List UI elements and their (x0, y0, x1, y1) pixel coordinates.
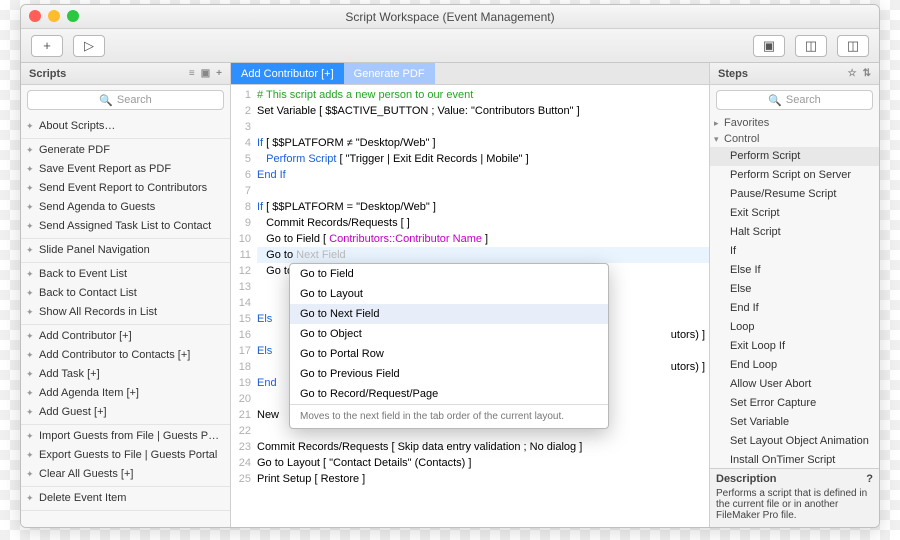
step-item[interactable]: Exit Loop If (710, 337, 879, 356)
toolbar-button-1[interactable]: ▣ (753, 35, 785, 57)
help-icon[interactable]: ? (866, 473, 873, 485)
script-item[interactable]: Import Guests from File | Guests Portal (21, 427, 230, 446)
scripts-pane-title: Scripts (29, 68, 66, 80)
minimize-icon[interactable] (48, 10, 60, 22)
script-item[interactable]: Delete Event Item (21, 489, 230, 508)
window-title: Script Workspace (Event Management) (345, 10, 554, 24)
script-item[interactable]: Add Contributor [+] (21, 327, 230, 346)
plus-icon[interactable]: + (216, 68, 222, 79)
search-placeholder: Search (117, 94, 152, 106)
script-item[interactable]: Clear All Guests [+] (21, 465, 230, 484)
star-icon[interactable]: ☆ (848, 68, 857, 79)
autocomplete-item[interactable]: Go to Object (290, 324, 608, 344)
steps-list: FavoritesControlPerform ScriptPerform Sc… (710, 115, 879, 468)
step-item[interactable]: End Loop (710, 356, 879, 375)
step-item[interactable]: If (710, 242, 879, 261)
step-category[interactable]: Favorites (710, 115, 879, 131)
script-item[interactable]: Add Contributor to Contacts [+] (21, 346, 230, 365)
step-item[interactable]: Exit Script (710, 204, 879, 223)
script-item[interactable]: Show All Records in List (21, 303, 230, 322)
step-item[interactable]: Set Variable (710, 413, 879, 432)
autocomplete-item[interactable]: Go to Layout (290, 284, 608, 304)
autocomplete-item[interactable]: Go to Previous Field (290, 364, 608, 384)
script-item[interactable]: Add Guest [+] (21, 403, 230, 422)
folder-icon[interactable]: ▣ (201, 68, 210, 79)
step-item[interactable]: Else If (710, 261, 879, 280)
list-icon[interactable]: ≡ (189, 68, 195, 79)
body: Scripts ≡ ▣ + 🔍 Search About Scripts… Gener… (21, 63, 879, 527)
scripts-search-input[interactable]: 🔍 Search (27, 90, 224, 110)
step-item[interactable]: Set Error Capture (710, 394, 879, 413)
autocomplete-item[interactable]: Go to Portal Row (290, 344, 608, 364)
new-script-button[interactable]: + (31, 35, 63, 57)
steps-search-input[interactable]: 🔍 Search (716, 90, 873, 110)
step-item[interactable]: Else (710, 280, 879, 299)
step-category[interactable]: Control (710, 131, 879, 147)
script-item[interactable]: Send Agenda to Guests (21, 198, 230, 217)
script-item[interactable]: Slide Panel Navigation (21, 241, 230, 260)
scripts-pane: Scripts ≡ ▣ + 🔍 Search About Scripts… Gener… (21, 63, 231, 527)
close-icon[interactable] (29, 10, 41, 22)
code-editor[interactable]: 1# This script adds a new person to our … (231, 85, 709, 527)
script-item[interactable]: Send Event Report to Contributors (21, 179, 230, 198)
script-item[interactable]: Back to Contact List (21, 284, 230, 303)
sort-icon[interactable]: ⇅ (863, 68, 871, 79)
script-item[interactable]: Save Event Report as PDF (21, 160, 230, 179)
step-item[interactable]: Halt Script (710, 223, 879, 242)
toggle-right-pane-button[interactable]: ◫ (837, 35, 869, 57)
autocomplete-item[interactable]: Go to Record/Request/Page (290, 384, 608, 404)
editor-pane: Add Contributor [+]Generate PDF 1# This … (231, 63, 709, 527)
step-item[interactable]: Pause/Resume Script (710, 185, 879, 204)
autocomplete-item[interactable]: Go to Field (290, 264, 608, 284)
toolbar: + ▷ ▣ ◫ ◫ (21, 29, 879, 63)
autocomplete-item[interactable]: Go to Next Field (290, 304, 608, 324)
autocomplete-hint: Moves to the next field in the tab order… (290, 404, 608, 428)
step-item[interactable]: Install OnTimer Script (710, 451, 879, 468)
autocomplete-popup[interactable]: Go to FieldGo to LayoutGo to Next FieldG… (289, 263, 609, 429)
description-box: Description? Performs a script that is d… (710, 468, 879, 527)
script-item[interactable]: Generate PDF (21, 141, 230, 160)
steps-search-placeholder: Search (786, 94, 821, 106)
description-title: Description (716, 473, 777, 485)
script-item[interactable]: Add Agenda Item [+] (21, 384, 230, 403)
traffic-lights (29, 10, 79, 22)
steps-pane: Steps ☆⇅ 🔍 Search FavoritesControlPerfor… (709, 63, 879, 527)
step-item[interactable]: Allow User Abort (710, 375, 879, 394)
step-item[interactable]: Perform Script on Server (710, 166, 879, 185)
script-item[interactable]: Export Guests to File | Guests Portal (21, 446, 230, 465)
titlebar: Script Workspace (Event Management) (21, 5, 879, 29)
steps-pane-title: Steps (718, 68, 748, 80)
step-item[interactable]: Loop (710, 318, 879, 337)
script-item[interactable]: Send Assigned Task List to Contact (21, 217, 230, 236)
zoom-icon[interactable] (67, 10, 79, 22)
scripts-list: About Scripts… Generate PDFSave Event Rep… (21, 115, 230, 527)
run-button[interactable]: ▷ (73, 35, 105, 57)
toggle-left-pane-button[interactable]: ◫ (795, 35, 827, 57)
script-item[interactable]: About Scripts… (21, 117, 230, 136)
script-tab[interactable]: Add Contributor [+] (231, 63, 344, 84)
step-item[interactable]: Perform Script (710, 147, 879, 166)
script-item[interactable]: Back to Event List (21, 265, 230, 284)
window: Script Workspace (Event Management) + ▷ … (20, 4, 880, 528)
step-item[interactable]: Set Layout Object Animation (710, 432, 879, 451)
description-text: Performs a script that is defined in the… (716, 488, 873, 521)
script-item[interactable]: Add Task [+] (21, 365, 230, 384)
tab-bar: Add Contributor [+]Generate PDF (231, 63, 709, 85)
script-tab[interactable]: Generate PDF (344, 63, 435, 84)
step-item[interactable]: End If (710, 299, 879, 318)
